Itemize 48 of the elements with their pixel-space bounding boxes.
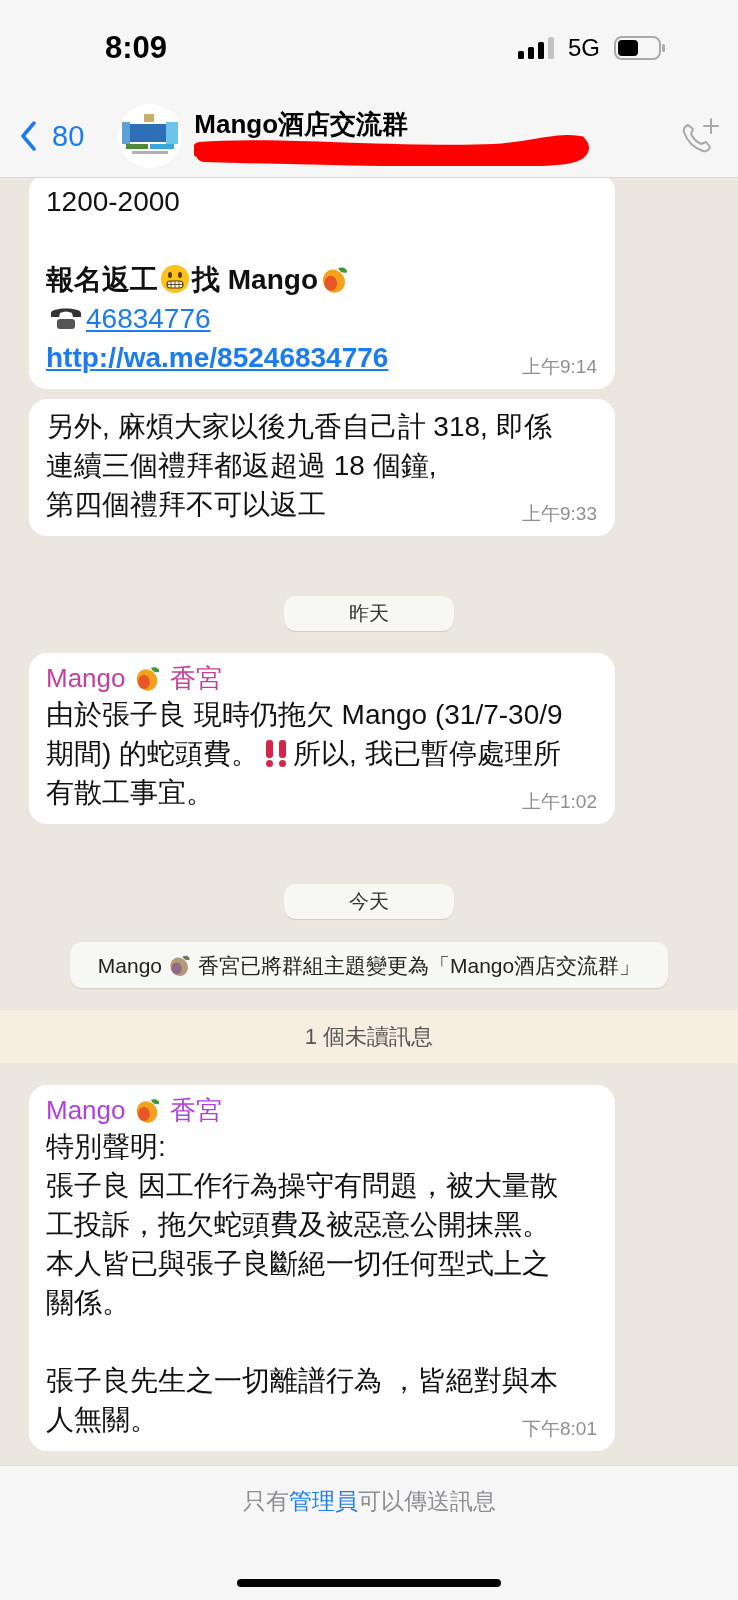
- message-text: 張子良先生之一切離譜行為 ，皆絕對與本: [46, 1365, 558, 1396]
- system-text: 群」: [598, 954, 641, 977]
- message-bubble[interactable]: 另外, 麻煩大家以後九香自己計 318, 即係 連續三個禮拜都返超過 18 個鐘, 第四個禮拜不可以返工 上午9:33: [29, 399, 615, 536]
- message-text: 期間) 的蛇頭費。: [46, 738, 260, 769]
- message-bubble[interactable]: 1200-2000 報名返工 找 Mango 46834776 http://wa.me/85246834776 上午9:14: [29, 178, 615, 389]
- message-text: 工投訴，拖欠蛇頭費及被惡意公開抹黑。: [46, 1209, 550, 1240]
- message-time: 上午9:33: [522, 502, 597, 526]
- mango-icon: [168, 953, 192, 977]
- admin-only-notice: 只有管理員可以傳送訊息: [242, 1487, 496, 1516]
- message-text: 由於張子良 現時仍拖欠 Mango (31/7-30/9: [46, 699, 563, 730]
- grimace-face-icon: [160, 264, 190, 294]
- phone-link[interactable]: 46834776: [86, 303, 211, 334]
- sender-name: Mango: [46, 1094, 126, 1127]
- message-text: 第四個禮拜不可以返工: [46, 489, 326, 520]
- message-text: 有散工事宜。: [46, 777, 214, 808]
- message-text: 特別聲明:: [46, 1131, 166, 1162]
- message-text: 1200-2000: [46, 186, 180, 217]
- message-text: 找 Mango: [192, 264, 318, 295]
- unread-banner: 1 個未讀訊息: [0, 1010, 738, 1063]
- url-link[interactable]: http://wa.me/85246834776: [46, 342, 389, 373]
- admin-link[interactable]: 管理員: [288, 1488, 358, 1514]
- message-text: 人無關。: [46, 1404, 158, 1435]
- message-bubble[interactable]: Mango 香宮 特別聲明: 張子良 因工作行為操守有問題，被大量散 工投訴，拖欠蛇頭費及被惡意公開抹黑。 本人皆已與張子良斷絕一切任何型式上之 關係。 張子良先生之一切離譜行為 ，皆絕對與本 人無關。 下午8:01: [29, 1085, 615, 1451]
- battery-icon: [614, 36, 666, 60]
- sender-name: 香宮: [169, 662, 222, 695]
- date-chip: 昨天: [284, 596, 454, 631]
- message-text: 報名返工: [46, 264, 158, 295]
- sender-name: 香宮: [169, 1094, 222, 1127]
- status-time: 8:09: [105, 30, 168, 66]
- system-text: Mango: [97, 954, 162, 977]
- message-time: 上午9:14: [522, 355, 597, 379]
- back-chevron-icon: [20, 121, 36, 151]
- back-button[interactable]: 80: [20, 119, 85, 153]
- message-text: 所以, 我已暫停處理所: [293, 738, 561, 769]
- message-text: 關係。: [46, 1287, 130, 1318]
- message-text: 另外, 麻煩大家以後九香自己計 318, 即係: [46, 411, 552, 442]
- date-chip: 今天: [284, 884, 454, 919]
- sender-name: Mango: [46, 662, 126, 695]
- message-bubble[interactable]: Mango 香宮 由於張子良 現時仍拖欠 Mango (31/7-30/9 期間) 的蛇頭費。 所以, 我已暫停處理所 有散工事宜。 上午1:02: [29, 653, 615, 824]
- message-text: 張子良 因工作行為操守有問題，被大量散: [46, 1170, 558, 1201]
- chat-title[interactable]: Mango酒店交流群: [194, 106, 650, 142]
- message-text: 連續三個禮拜都返超過 18 個鐘,: [46, 450, 437, 481]
- message-text: 本人皆已與張子良斷絕一切任何型式上之: [46, 1248, 550, 1279]
- signal-icon: [518, 37, 554, 59]
- message-time: 上午1:02: [522, 790, 597, 814]
- message-time: 下午8:01: [522, 1417, 597, 1441]
- system-text: 香宮已將群組主題變更為「Mango酒店交流: [198, 954, 599, 977]
- network-label: 5G: [568, 34, 600, 62]
